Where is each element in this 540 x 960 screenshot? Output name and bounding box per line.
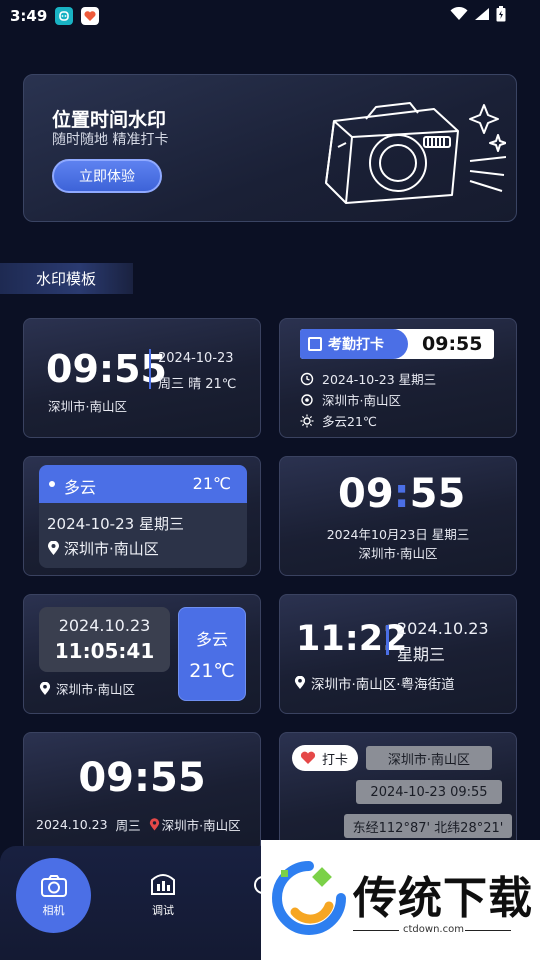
template-card-6[interactable]: 11:22 2024.10.23 星期三 深圳市·南山区·粤海街道 xyxy=(279,594,517,714)
template-weather: 多云21℃ xyxy=(322,414,377,429)
template-date: 2024-10-23 xyxy=(158,351,234,366)
template-temperature: 21℃ xyxy=(192,474,231,493)
weather-panel: 多云 21℃ 2024-10-23 星期三 深圳市·南山区 xyxy=(39,465,247,568)
location-row: 深圳市·南山区 xyxy=(300,390,401,409)
watermark-brand: 传统下载 xyxy=(353,873,533,924)
template-time: 11:05:41 xyxy=(54,639,155,663)
datetime-box: 2024.10.23 11:05:41 xyxy=(39,607,170,672)
template-weather: 周三 晴 21℃ xyxy=(158,377,237,392)
calendar-icon xyxy=(308,337,322,351)
status-bar: 3:49 xyxy=(0,0,540,32)
template-location: 深圳市·南山区 xyxy=(161,818,241,833)
template-card-3[interactable]: 多云 21℃ 2024-10-23 星期三 深圳市·南山区 xyxy=(23,456,261,576)
notification-app-icon xyxy=(55,7,74,25)
section-title-templates: 水印模板 xyxy=(0,263,133,294)
hero-title: 位置时间水印 xyxy=(52,109,167,131)
divider xyxy=(465,930,511,931)
clock-icon xyxy=(300,372,314,385)
template-card-1[interactable]: 09:55 2024-10-23 周三 晴 21℃ 深圳市·南山区 xyxy=(23,318,261,438)
template-location: 深圳市·南山区 xyxy=(64,540,159,558)
template-date: 2024.10.23 xyxy=(36,817,108,832)
coordinates-pill: 东经112°87' 北纬28°21' xyxy=(344,814,512,838)
attendance-badge: 考勤打卡 xyxy=(300,329,408,359)
attendance-header: 考勤打卡 09:55 xyxy=(300,329,494,359)
weather-row: 多云21℃ xyxy=(300,411,377,430)
location-pin-icon xyxy=(48,541,59,555)
template-weekday: 周三 xyxy=(115,818,141,833)
template-date: 2024-10-23 星期三 xyxy=(47,515,184,533)
location-target-icon xyxy=(301,393,313,406)
time-hours: 09 xyxy=(338,471,394,517)
tune-icon xyxy=(151,874,175,895)
template-time: 11:22 xyxy=(296,619,408,659)
template-temperature: 21℃ xyxy=(189,660,235,682)
nav-camera-label: 相机 xyxy=(42,903,65,917)
status-time: 3:49 xyxy=(10,7,48,25)
checkin-tag: 打卡 xyxy=(292,745,358,771)
watermark-domain: ctdown.com xyxy=(403,924,464,935)
nav-tune[interactable]: 调试 xyxy=(143,870,183,918)
nav-tune-label: 调试 xyxy=(152,904,174,917)
hero-banner: 位置时间水印 随时随地 精准打卡 立即体验 xyxy=(23,74,517,222)
camera-icon xyxy=(40,874,67,897)
template-datetime: 2024-10-23 星期三 xyxy=(322,372,437,387)
wifi-icon xyxy=(450,7,468,20)
template-card-2[interactable]: 考勤打卡 09:55 2024-10-23 星期三 深圳市·南山区 多云21℃ xyxy=(279,318,517,438)
location-row: 深圳市·南山区·粤海街道 xyxy=(294,673,455,693)
location-row: 深圳市·南山区 xyxy=(47,538,159,559)
nav-camera[interactable]: 相机 xyxy=(16,858,91,933)
template-weather: 多云 xyxy=(195,630,228,649)
location-pin-icon xyxy=(39,681,51,695)
divider xyxy=(149,349,151,389)
template-card-5[interactable]: 2024.10.23 11:05:41 多云 21℃ 深圳市·南山区 xyxy=(23,594,261,714)
divider xyxy=(386,625,389,655)
weather-box: 多云 21℃ xyxy=(178,607,246,701)
time-colon: : xyxy=(393,471,410,517)
template-time: 09:55 xyxy=(338,471,465,517)
battery-icon xyxy=(496,6,506,22)
camera-illustration-icon xyxy=(325,102,506,204)
attendance-badge-label: 考勤打卡 xyxy=(328,337,384,353)
info-row: 2024.10.23 周三 深圳市·南山区 xyxy=(36,815,241,834)
template-card-4[interactable]: 09:55 2024年10月23日 星期三 深圳市·南山区 xyxy=(279,456,517,576)
try-now-button[interactable]: 立即体验 xyxy=(52,159,162,193)
notification-app-icon-2 xyxy=(81,7,100,25)
template-date: 2024.10.23 xyxy=(397,619,489,638)
sun-icon xyxy=(300,414,314,427)
template-location: 深圳市·南山区 xyxy=(48,399,127,414)
hero-subtitle: 随时随地 精准打卡 xyxy=(52,132,169,148)
heart-icon xyxy=(300,751,316,764)
template-card-7[interactable]: 09:55 2024.10.23 周三 深圳市·南山区 xyxy=(23,732,261,852)
template-date: 2024年10月23日 星期三 xyxy=(326,527,470,542)
site-watermark: 传统下载 ctdown.com xyxy=(261,840,540,960)
dot-icon xyxy=(49,481,55,487)
checkin-tag-label: 打卡 xyxy=(322,752,349,768)
template-weather: 多云 xyxy=(64,478,97,497)
datetime-pill: 2024-10-23 09:55 xyxy=(356,780,502,804)
template-weekday: 星期三 xyxy=(397,645,446,664)
signal-icon xyxy=(475,8,489,20)
location-pill: 深圳市·南山区 xyxy=(366,746,492,770)
template-location: 深圳市·南山区 xyxy=(358,546,438,561)
location-row: 深圳市·南山区 xyxy=(39,679,135,698)
template-location: 深圳市·南山区·粤海街道 xyxy=(311,677,455,693)
template-location: 深圳市·南山区 xyxy=(322,393,401,408)
divider xyxy=(353,930,399,931)
location-pin-icon xyxy=(149,817,159,830)
template-time: 09:55 xyxy=(78,755,206,801)
watermark-logo-icon xyxy=(272,861,346,935)
template-location: 深圳市·南山区 xyxy=(56,682,135,697)
location-pin-icon xyxy=(294,676,306,689)
time-minutes: 55 xyxy=(409,471,466,517)
template-card-8[interactable]: 打卡 深圳市·南山区 2024-10-23 09:55 东经112°87' 北纬… xyxy=(279,732,517,852)
datetime-row: 2024-10-23 星期三 xyxy=(300,369,436,388)
template-time: 09:55 xyxy=(422,333,483,355)
status-indicators xyxy=(450,6,506,22)
weather-header: 多云 21℃ xyxy=(39,465,247,503)
template-date: 2024.10.23 xyxy=(58,616,151,635)
